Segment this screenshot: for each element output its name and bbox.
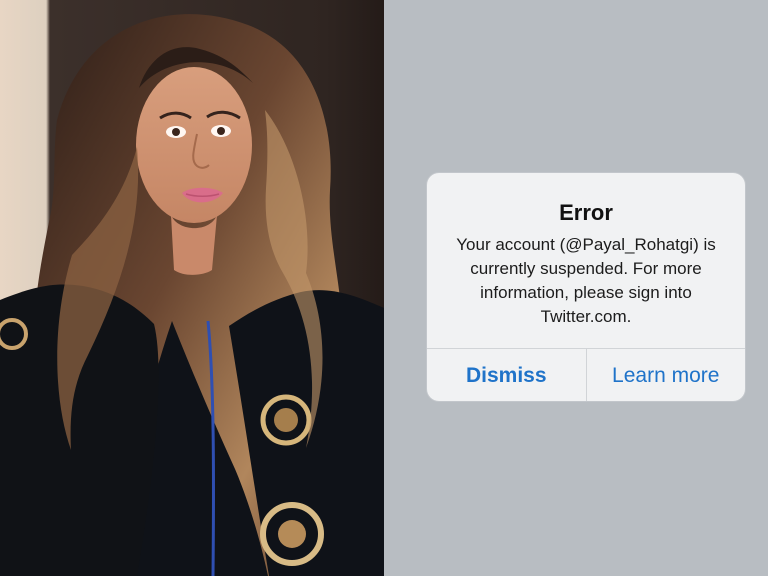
- dismiss-button[interactable]: Dismiss: [427, 349, 586, 401]
- portrait-photo: [0, 0, 384, 576]
- learn-more-button[interactable]: Learn more: [585, 349, 746, 401]
- embroidery-medallion-bottom-center: [278, 520, 306, 548]
- portrait-illustration: [0, 0, 384, 576]
- alert-title: Error: [559, 200, 613, 225]
- alert-message: Your account (@Payal_Rohatgi) is current…: [456, 235, 716, 326]
- error-alert: Error Your account (@Payal_Rohatgi) is c…: [427, 173, 745, 401]
- alert-actions: Dismiss Learn more: [427, 348, 745, 401]
- embroidery-medallion-top-center: [274, 408, 298, 432]
- alert-body: Error Your account (@Payal_Rohatgi) is c…: [427, 173, 745, 348]
- right-iris: [217, 127, 225, 135]
- gray-background: Error Your account (@Payal_Rohatgi) is c…: [384, 0, 768, 576]
- left-iris: [172, 128, 180, 136]
